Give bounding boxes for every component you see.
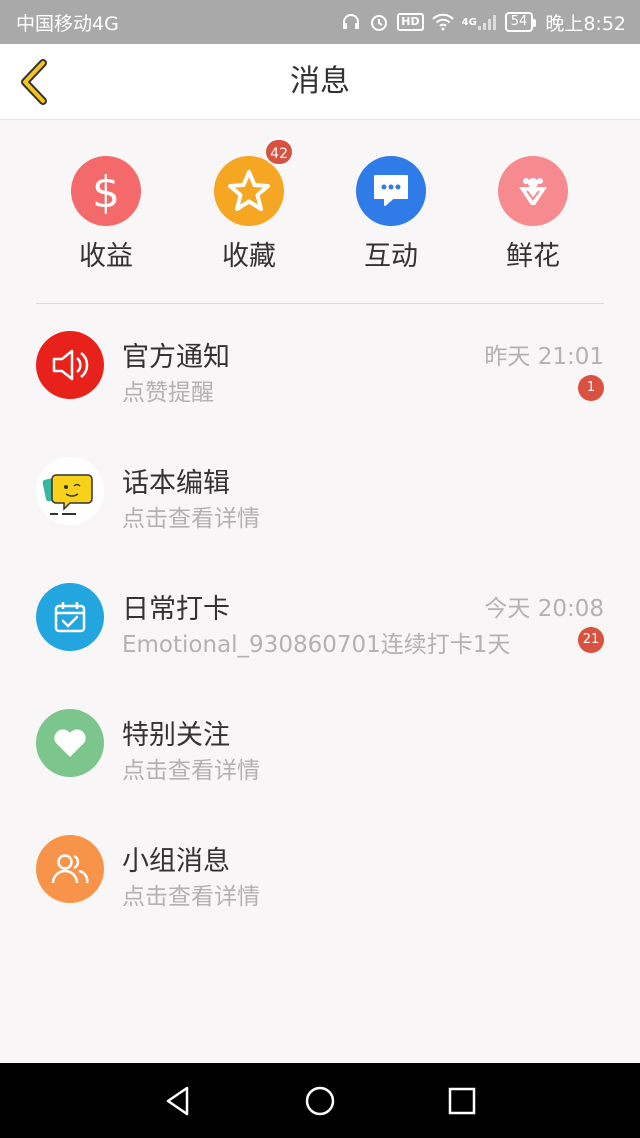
favorites-circle: 42 <box>214 138 294 226</box>
heart-icon <box>54 729 86 757</box>
signal-label: 4G <box>461 16 477 28</box>
message-subtitle: Emotional_930860701连续打卡1天 <box>122 632 511 658</box>
group-avatar <box>36 835 104 903</box>
nav-home-button[interactable] <box>290 1080 350 1122</box>
system-nav-bar <box>0 1063 640 1138</box>
home-circle-icon <box>305 1086 335 1116</box>
header-bar: 消息 <box>0 44 640 120</box>
favorites-badge: 42 <box>264 138 294 166</box>
flower-bouquet-icon <box>519 178 547 205</box>
quick-entry-label: 互动 <box>364 241 418 272</box>
message-subtitle: 点击查看详情 <box>122 758 260 784</box>
status-bar: 中国移动4G HD 4G 54 晚上8:52 <box>0 0 640 44</box>
unread-badge: 1 <box>578 375 604 401</box>
message-title: 官方通知 <box>122 342 230 373</box>
editor-avatar <box>36 457 104 525</box>
chevron-left-icon <box>21 59 47 105</box>
message-title: 日常打卡 <box>122 594 230 625</box>
message-title: 话本编辑 <box>122 468 230 499</box>
quick-entry-earnings[interactable]: $ 收益 <box>51 156 161 273</box>
star-icon <box>228 170 270 211</box>
flowers-circle <box>498 156 568 226</box>
message-title: 小组消息 <box>122 846 230 877</box>
nav-recents-button[interactable] <box>432 1080 492 1122</box>
signal-icon: 4G <box>462 13 497 31</box>
page-title: 消息 <box>290 64 350 99</box>
back-triangle-icon <box>166 1086 189 1116</box>
alarm-icon <box>369 12 389 32</box>
quick-entries: $ 收益 42 收藏 互动 鲜花 <box>0 120 640 300</box>
section-divider <box>36 303 604 304</box>
nav-back-button[interactable] <box>148 1080 208 1122</box>
message-title: 特别关注 <box>122 720 230 751</box>
quick-entry-label: 收藏 <box>222 241 276 272</box>
message-row-special-follow[interactable]: 特别关注 点击查看详情 <box>0 683 640 809</box>
status-icons: HD 4G 54 晚上8:52 <box>341 9 626 36</box>
recents-square-icon <box>448 1087 476 1115</box>
message-row-official[interactable]: 官方通知 点赞提醒 昨天 21:01 1 <box>0 305 640 431</box>
official-avatar <box>36 331 104 399</box>
message-time: 今天 20:08 <box>484 596 604 622</box>
group-icon <box>51 854 89 884</box>
battery-icon: 54 <box>504 12 536 32</box>
quick-entry-label: 收益 <box>79 241 133 272</box>
unread-badge: 21 <box>578 627 604 653</box>
quick-entry-interaction[interactable]: 互动 <box>336 156 446 273</box>
dollar-icon: $ <box>92 167 120 215</box>
carrier-label: 中国移动4G <box>16 12 119 35</box>
back-button[interactable] <box>14 58 54 106</box>
message-subtitle: 点赞提醒 <box>122 380 214 406</box>
quick-entry-label: 鲜花 <box>506 241 560 272</box>
message-subtitle: 点击查看详情 <box>122 506 260 532</box>
svg-text:$: $ <box>92 167 120 215</box>
wifi-icon <box>431 13 454 31</box>
message-row-group[interactable]: 小组消息 点击查看详情 <box>0 809 640 935</box>
message-row-checkin[interactable]: 日常打卡 Emotional_930860701连续打卡1天 今天 20:08 … <box>0 557 640 683</box>
headphones-icon <box>341 12 361 32</box>
special-follow-avatar <box>36 709 104 777</box>
quick-entry-favorites[interactable]: 42 收藏 <box>194 138 304 273</box>
interaction-circle <box>356 156 426 226</box>
emoji-avatar-icon <box>42 474 93 515</box>
checkin-avatar <box>36 583 104 651</box>
calendar-check-icon <box>54 602 86 633</box>
message-subtitle: 点击查看详情 <box>122 884 260 910</box>
earnings-circle: $ <box>71 156 141 226</box>
quick-entry-flowers[interactable]: 鲜花 <box>478 156 588 273</box>
clock: 晚上8:52 <box>545 12 626 35</box>
hd-icon: HD <box>397 13 424 31</box>
message-time: 昨天 21:01 <box>484 344 604 370</box>
speaker-icon <box>52 349 89 381</box>
message-row-editor[interactable]: 话本编辑 点击查看详情 <box>0 431 640 557</box>
chat-bubble-icon <box>374 175 408 206</box>
